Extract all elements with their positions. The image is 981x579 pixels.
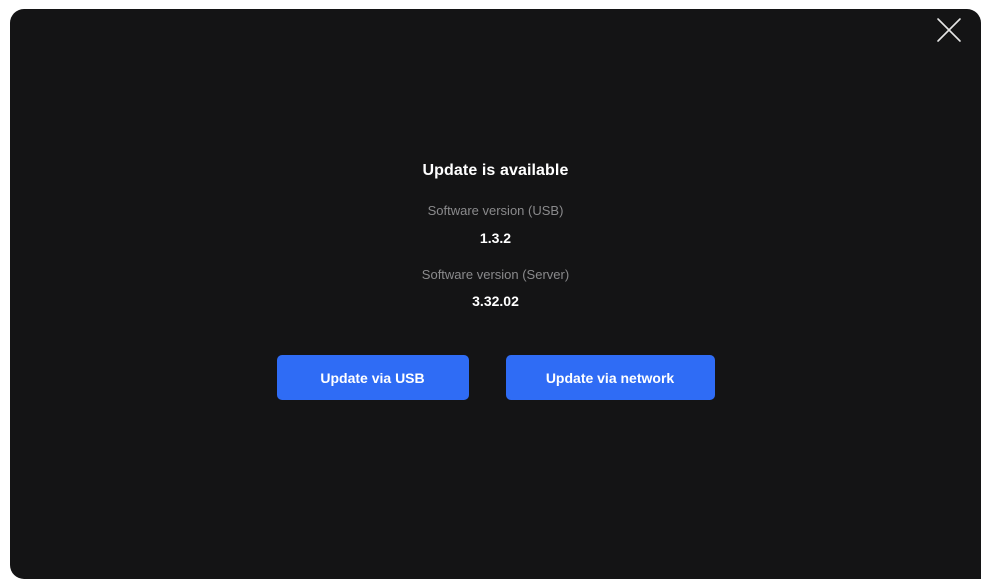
- usb-version-label: Software version (USB): [427, 203, 564, 218]
- dialog-content: Update is available Software version (US…: [10, 160, 981, 400]
- server-version-value: 3.32.02: [472, 293, 519, 309]
- server-version-label: Software version (Server): [421, 267, 570, 282]
- update-dialog: Update is available Software version (US…: [10, 9, 981, 579]
- usb-version-value: 1.3.2: [479, 230, 512, 246]
- update-via-usb-button[interactable]: Update via USB: [276, 355, 469, 400]
- action-buttons: Update via USB Update via network: [10, 355, 981, 400]
- dialog-title: Update is available: [422, 162, 569, 179]
- close-icon: [937, 18, 961, 42]
- update-via-network-button[interactable]: Update via network: [505, 355, 715, 400]
- close-button[interactable]: [936, 17, 962, 43]
